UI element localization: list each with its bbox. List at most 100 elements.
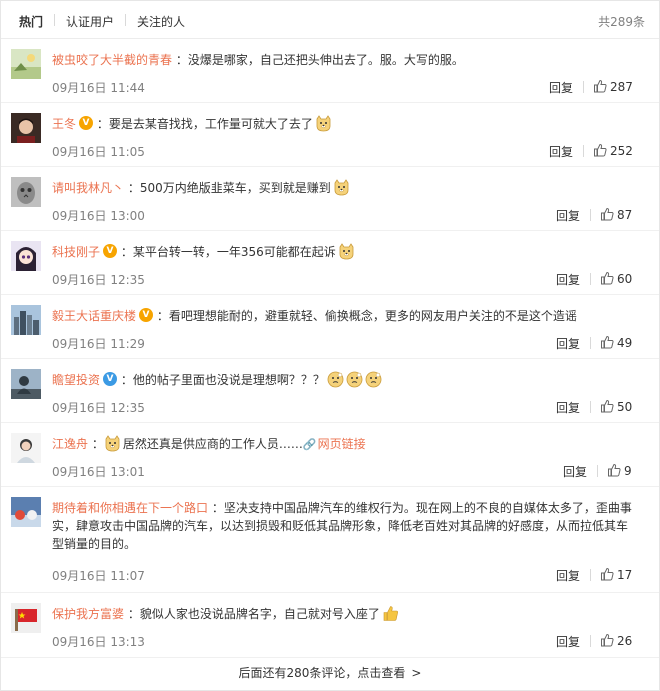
comment-item: 科技刚子 ：某平台转一转，一年356可能都在起诉 09月16日 12:35 回复… (1, 231, 659, 295)
reply-button[interactable]: 回复 (556, 271, 580, 288)
username[interactable]: 江逸舟 (52, 437, 88, 451)
thinking-emoji-icon (346, 371, 363, 388)
reply-button[interactable]: 回复 (556, 633, 580, 650)
like-count: 9 (624, 464, 632, 478)
comment-text: 被虫咬了大半截的青春 ：没爆是哪家，自己还把头伸出去了。服。大写的服。 (52, 51, 638, 69)
colon: ： (127, 607, 140, 621)
reply-button[interactable]: 回复 (563, 463, 587, 480)
reply-button[interactable]: 回复 (556, 335, 580, 352)
comment-text: 期待着和你相遇在下一个路口 ：坚决支持中国品牌汽车的维权行为。现在网上的不良的自… (52, 499, 638, 553)
comment-text: 瞻望投资 ：他的帖子里面也没说是理想啊？？？ (52, 371, 638, 389)
comment-tabs: 热门 认证用户 关注的人 共289条 (1, 1, 659, 39)
reply-button[interactable]: 回复 (549, 79, 573, 96)
doge-emoji-icon (338, 243, 355, 260)
username[interactable]: 被虫咬了大半截的青春 (52, 53, 172, 67)
avatar[interactable] (11, 369, 41, 399)
verified-badge-icon (103, 372, 118, 386)
username[interactable]: 期待着和你相遇在下一个路口 (52, 501, 208, 515)
reply-button[interactable]: 回复 (556, 567, 580, 584)
avatar[interactable] (11, 241, 41, 271)
avatar[interactable] (11, 49, 41, 79)
thumbs-up-icon (607, 463, 621, 477)
like-button[interactable]: 87 (600, 207, 632, 222)
like-button[interactable]: 9 (607, 463, 632, 478)
comment-body: 某平台转一转，一年356可能都在起诉 (132, 245, 336, 259)
avatar[interactable] (11, 113, 41, 143)
like-count: 87 (617, 208, 633, 222)
comment-time: 09月16日 13:00 (52, 209, 145, 223)
avatar[interactable] (11, 305, 41, 335)
avatar[interactable] (11, 497, 41, 527)
thumbs-up-icon (593, 143, 607, 157)
action-divider (583, 81, 584, 93)
like-button[interactable]: 287 (593, 79, 633, 94)
comment-text: 江逸舟 ： 居然还真是供应商的工作人员……🔗网页链接 (52, 435, 638, 454)
comment-text: 毅王大话重庆楼 ：看吧理想能耐的，避重就轻、偷换概念，更多的网友用户关注的不是这… (52, 307, 638, 325)
action-divider (590, 337, 591, 349)
action-divider (590, 635, 591, 647)
reply-button[interactable]: 回复 (556, 399, 580, 416)
comment-time: 09月16日 12:35 (52, 273, 145, 287)
comment-time: 09月16日 11:07 (52, 569, 145, 583)
comment-body: 看吧理想能耐的，避重就轻、偷换概念，更多的网友用户关注的不是这个造谣 (168, 309, 577, 323)
comment-time: 09月16日 12:35 (52, 401, 145, 415)
like-button[interactable]: 60 (600, 271, 632, 286)
comment-item: 请叫我林凡丶 ：500万内绝版韭菜车，买到就是赚到 09月16日 13:00 回… (1, 167, 659, 231)
comment-item: 被虫咬了大半截的青春 ：没爆是哪家，自己还把头伸出去了。服。大写的服。 09月1… (1, 39, 659, 103)
action-divider (590, 401, 591, 413)
avatar[interactable] (11, 603, 41, 633)
reply-button[interactable]: 回复 (549, 143, 573, 160)
action-divider (597, 465, 598, 477)
thinking-emoji-icon (327, 371, 344, 388)
thumbs-up-icon (600, 207, 614, 221)
comment-body: 要是去某音找找，工作量可就大了去了 (108, 117, 313, 131)
tab-divider (54, 14, 55, 26)
like-count: 287 (610, 80, 633, 94)
action-divider (590, 209, 591, 221)
action-divider (590, 569, 591, 581)
comment-item: 王冬 ：要是去某音找找，工作量可就大了去了 09月16日 11:05 回复 25… (1, 103, 659, 167)
username[interactable]: 保护我方富婆 (52, 607, 124, 621)
username[interactable]: 科技刚子 (52, 245, 100, 259)
avatar[interactable] (11, 177, 41, 207)
comment-text: 请叫我林凡丶 ：500万内绝版韭菜车，买到就是赚到 (52, 179, 638, 197)
comment-text: 保护我方富婆 ：貌似人家也没说品牌名字，自己就对号入座了 (52, 605, 638, 623)
colon: ： (127, 181, 140, 195)
colon: ： (120, 373, 133, 387)
comment-item: 毅王大话重庆楼 ：看吧理想能耐的，避重就轻、偷换概念，更多的网友用户关注的不是这… (1, 295, 659, 359)
username[interactable]: 请叫我林凡丶 (52, 181, 124, 195)
tab-verified-users[interactable]: 认证用户 (66, 13, 114, 30)
more-comments-label: 后面还有280条评论，点击查看 (238, 666, 406, 680)
like-button[interactable]: 50 (600, 399, 632, 414)
thumbs-up-icon (600, 633, 614, 647)
comment-count: 共289条 (598, 15, 645, 29)
like-count: 49 (617, 336, 633, 350)
web-link[interactable]: 网页链接 (318, 437, 366, 451)
link-icon: 🔗 (302, 438, 317, 451)
colon: ： (211, 501, 224, 515)
tab-hot[interactable]: 热门 (19, 13, 43, 30)
action-divider (583, 145, 584, 157)
comment-body: 他的帖子里面也没说是理想啊？？？ (132, 373, 325, 387)
colon: ： (175, 53, 188, 67)
username[interactable]: 瞻望投资 (52, 373, 100, 387)
comment-item: 期待着和你相遇在下一个路口 ：坚决支持中国品牌汽车的维权行为。现在网上的不良的自… (1, 487, 659, 593)
more-comments-link[interactable]: 后面还有280条评论，点击查看 > (1, 658, 659, 690)
like-button[interactable]: 252 (593, 143, 633, 158)
tab-divider (125, 14, 126, 26)
like-button[interactable]: 26 (600, 633, 632, 648)
username[interactable]: 毅王大话重庆楼 (52, 309, 136, 323)
like-button[interactable]: 17 (600, 567, 632, 582)
thumbs-up-icon (600, 271, 614, 285)
colon: ： (156, 309, 169, 323)
comment-time: 09月16日 11:29 (52, 337, 145, 351)
username[interactable]: 王冬 (52, 117, 76, 131)
tab-following[interactable]: 关注的人 (137, 13, 185, 30)
like-count: 17 (617, 568, 633, 582)
reply-button[interactable]: 回复 (556, 207, 580, 224)
avatar[interactable] (11, 433, 41, 463)
colon: ： (91, 437, 104, 451)
comment-body: 居然还真是供应商的工作人员…… (122, 437, 303, 451)
doge-emoji-icon (315, 115, 332, 132)
like-button[interactable]: 49 (600, 335, 632, 350)
